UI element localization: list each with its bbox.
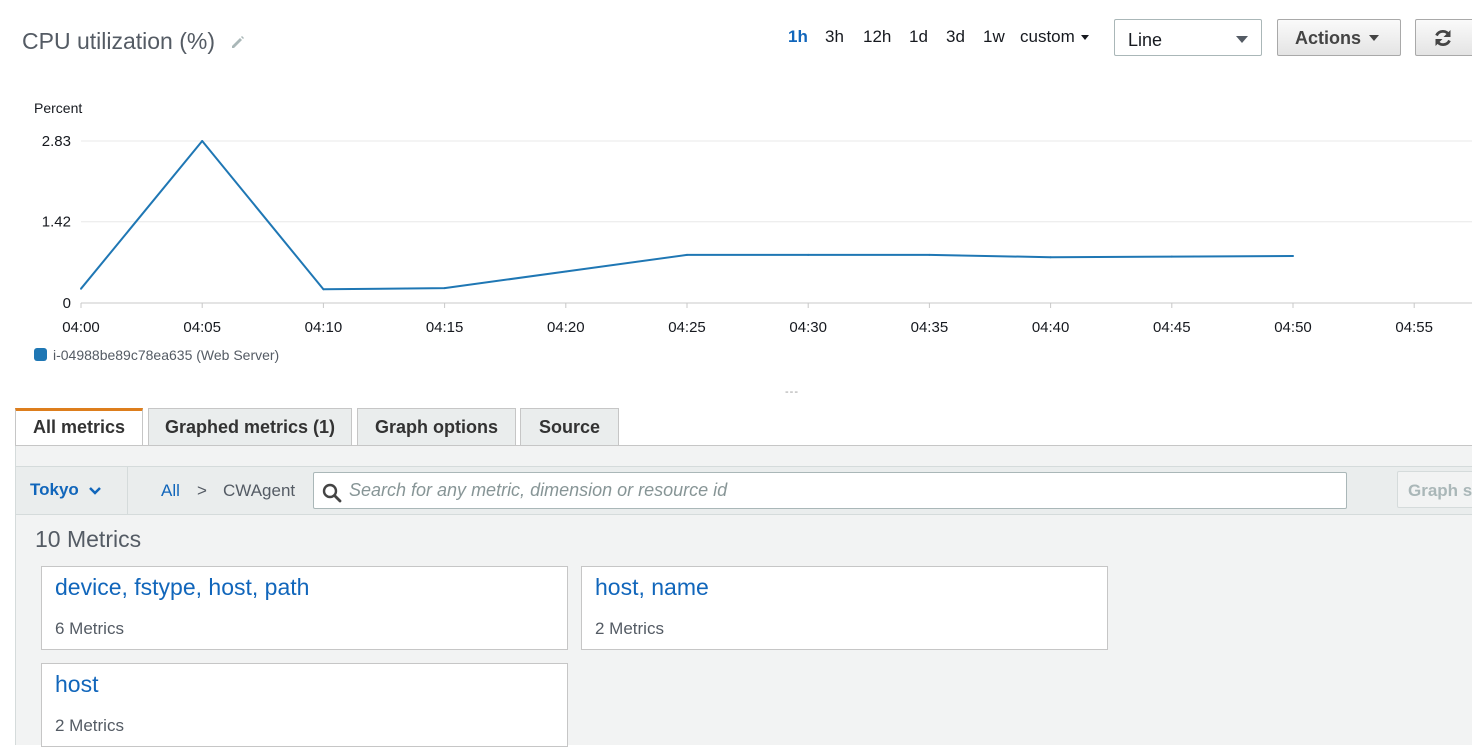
data-point[interactable] <box>201 140 204 142</box>
data-point[interactable] <box>1292 255 1294 258</box>
x-tick-label: 04:25 <box>668 319 706 336</box>
data-point[interactable] <box>686 253 688 256</box>
data-point[interactable] <box>807 253 810 256</box>
x-tick-label: 04:10 <box>305 319 343 336</box>
range-1h[interactable]: 1h <box>788 27 808 47</box>
refresh-button[interactable] <box>1415 19 1472 56</box>
actions-label: Actions <box>1295 28 1362 48</box>
x-tick-label: 04:20 <box>547 319 585 336</box>
breadcrumb-separator: > <box>197 481 207 500</box>
data-point[interactable] <box>443 287 446 290</box>
range-custom[interactable]: custom <box>1020 27 1089 47</box>
metrics-count: 10 Metrics <box>35 526 142 552</box>
y-axis-label: Percent <box>34 100 82 116</box>
data-point[interactable] <box>1049 256 1052 259</box>
y-tick-label: 2.83 <box>42 133 71 150</box>
data-point[interactable] <box>564 270 567 273</box>
caret-down-icon <box>1080 35 1089 41</box>
data-point[interactable] <box>1170 255 1173 258</box>
toolbar-divider <box>127 467 128 514</box>
cpu-utilization-chart: Percent 2.83 1.42 0 04:00 04:05 04:10 04:15 04… <box>34 100 1472 363</box>
data-point[interactable] <box>322 288 325 291</box>
region-selector[interactable]: Tokyo <box>30 480 79 500</box>
dimension-card-count: 6 Metrics <box>55 619 124 638</box>
y-tick-label: 0 <box>63 295 71 312</box>
range-3h[interactable]: 3h <box>825 27 844 47</box>
y-tick-label: 1.42 <box>42 214 71 231</box>
dimension-card-title[interactable]: host <box>55 671 98 698</box>
tab-graphed-metrics[interactable]: Graphed metrics (1) <box>148 408 352 445</box>
graph-search-button[interactable]: Graph search <box>1397 471 1472 508</box>
dimension-card-count: 2 Metrics <box>595 619 664 638</box>
range-1d[interactable]: 1d <box>909 27 928 47</box>
range-custom-label: custom <box>1020 27 1075 46</box>
metric-search-box[interactable] <box>313 472 1347 509</box>
dimension-card[interactable]: device, fstype, host, path 6 Metrics <box>41 566 568 650</box>
graph-search-label: Graph search <box>1408 481 1472 500</box>
data-point[interactable] <box>80 287 82 290</box>
x-tick-label: 04:55 <box>1395 319 1433 336</box>
x-tick-label: 04:05 <box>183 319 221 336</box>
x-tick-label: 04:40 <box>1032 319 1070 336</box>
actions-button[interactable]: Actions <box>1277 19 1401 56</box>
x-tick-label: 04:45 <box>1153 319 1191 336</box>
range-12h[interactable]: 12h <box>863 27 891 47</box>
dimension-card[interactable]: host 2 Metrics <box>41 663 568 747</box>
tab-source[interactable]: Source <box>520 408 619 445</box>
tab-all-metrics[interactable]: All metrics <box>15 408 143 446</box>
edit-pencil-icon[interactable] <box>229 33 247 51</box>
range-3d[interactable]: 3d <box>946 27 965 47</box>
caret-down-icon <box>1369 35 1379 41</box>
chevron-down-icon[interactable] <box>88 484 102 498</box>
search-icon <box>322 483 342 503</box>
resize-handle[interactable]: --- <box>785 386 799 398</box>
legend-swatch <box>34 348 47 361</box>
x-tick-label: 04:50 <box>1274 319 1312 336</box>
dimension-card-title[interactable]: host, name <box>595 574 709 601</box>
caret-down-icon <box>1236 36 1248 43</box>
graph-title: CPU utilization (%) <box>22 28 215 54</box>
dimension-card-count: 2 Metrics <box>55 716 124 735</box>
x-tick-label: 04:30 <box>789 319 827 336</box>
refresh-icon <box>1435 30 1451 46</box>
dimension-card[interactable]: host, name 2 Metrics <box>581 566 1108 650</box>
breadcrumb-all[interactable]: All <box>161 481 180 501</box>
x-tick-label: 04:35 <box>911 319 949 336</box>
x-tick-label: 04:15 <box>426 319 464 336</box>
data-point[interactable] <box>928 253 931 256</box>
tabs-divider <box>15 445 1472 446</box>
range-1w[interactable]: 1w <box>983 27 1005 47</box>
x-tick-label: 04:00 <box>62 319 100 336</box>
tab-graph-options[interactable]: Graph options <box>357 408 516 445</box>
legend-label[interactable]: i-04988be89c78ea635 (Web Server) <box>53 347 279 363</box>
series-line[interactable] <box>80 140 1294 291</box>
visualization-type-select[interactable]: Line <box>1114 19 1262 56</box>
dimension-card-title[interactable]: device, fstype, host, path <box>55 574 309 601</box>
breadcrumb-namespace: CWAgent <box>223 481 296 500</box>
search-input[interactable] <box>349 473 1329 508</box>
visualization-type-value: Line <box>1128 30 1163 50</box>
